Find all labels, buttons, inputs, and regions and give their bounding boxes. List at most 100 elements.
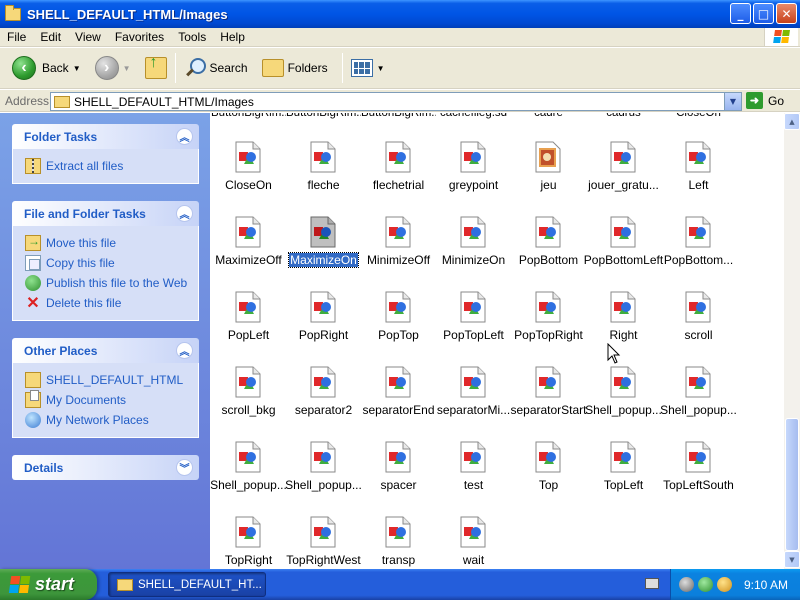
views-dropdown-icon[interactable]: ▼: [377, 64, 385, 73]
file-item[interactable]: TopRight: [211, 516, 286, 569]
clock[interactable]: 9:10 AM: [744, 578, 788, 592]
file-item[interactable]: Right: [586, 291, 661, 361]
file-label-partial[interactable]: cadrus: [586, 113, 661, 119]
gif-file-icon: [310, 216, 336, 248]
file-item[interactable]: jouer_gratu...: [586, 141, 661, 211]
file-folder-tasks-header[interactable]: File and Folder Tasks ︽: [12, 201, 199, 226]
windows-logo-icon: [764, 28, 798, 46]
expand-chevron-icon[interactable]: ︾: [176, 459, 193, 476]
scroll-thumb[interactable]: [785, 418, 799, 551]
file-label-partial[interactable]: CloseOn: [661, 113, 736, 119]
folders-button[interactable]: Folders: [258, 51, 332, 85]
file-item[interactable]: MaximizeOff: [211, 216, 286, 286]
file-label-partial[interactable]: ButtonBigRim...: [211, 113, 286, 119]
file-item[interactable]: Left: [661, 141, 736, 211]
file-label-partial[interactable]: ButtonBigRim...: [286, 113, 361, 119]
task-delete-file[interactable]: ✕ Delete this file: [25, 293, 198, 313]
file-item[interactable]: separatorEnd: [361, 366, 436, 436]
task-extract-all[interactable]: Extract all files: [25, 156, 198, 176]
vertical-scrollbar[interactable]: ▲ ▼: [784, 113, 800, 569]
back-button[interactable]: ‹ Back ▼: [8, 51, 85, 85]
tray-network-icon[interactable]: [679, 577, 694, 592]
file-item[interactable]: spacer: [361, 441, 436, 511]
task-move-file[interactable]: Move this file: [25, 233, 198, 253]
place-my-documents[interactable]: My Documents: [25, 390, 198, 410]
collapse-chevron-icon[interactable]: ︽: [176, 205, 193, 222]
back-dropdown-icon[interactable]: ▼: [73, 64, 81, 73]
file-item[interactable]: MaximizeOn: [286, 216, 361, 286]
menu-tools[interactable]: Tools: [171, 30, 213, 44]
task-copy-file[interactable]: Copy this file: [25, 253, 198, 273]
views-button[interactable]: ▼: [347, 51, 389, 85]
file-label-partial[interactable]: ButtonBigRim...: [361, 113, 436, 119]
scroll-up-button[interactable]: ▲: [784, 113, 800, 130]
menu-file[interactable]: File: [0, 30, 33, 44]
file-item[interactable]: scroll_bkg: [211, 366, 286, 436]
close-button[interactable]: ✕: [776, 3, 797, 24]
file-item[interactable]: scroll: [661, 291, 736, 361]
file-item[interactable]: MinimizeOff: [361, 216, 436, 286]
file-item[interactable]: separator2: [286, 366, 361, 436]
gif-file-icon: [535, 441, 561, 473]
file-item[interactable]: separatorMi...: [436, 366, 511, 436]
file-label-partial[interactable]: cadre: [511, 113, 586, 119]
tray-security-icon[interactable]: [698, 577, 713, 592]
file-item[interactable]: Shell_popup...: [285, 441, 362, 511]
collapse-chevron-icon[interactable]: ︽: [176, 128, 193, 145]
other-places-header[interactable]: Other Places ︽: [12, 338, 199, 363]
folder-tasks-header[interactable]: Folder Tasks ︽: [12, 124, 199, 149]
file-item[interactable]: MinimizeOn: [436, 216, 511, 286]
menu-edit[interactable]: Edit: [33, 30, 68, 44]
file-item[interactable]: PopTop: [361, 291, 436, 361]
file-item[interactable]: PopTopRight: [511, 291, 586, 361]
file-item[interactable]: PopBottom...: [661, 216, 736, 286]
forward-button[interactable]: › ▼: [91, 51, 135, 85]
address-input[interactable]: SHELL_DEFAULT_HTML/Images ▼: [50, 92, 742, 111]
file-label-partial[interactable]: cachefileg.sd: [436, 113, 511, 119]
place-my-network[interactable]: My Network Places: [25, 410, 198, 430]
scroll-down-button[interactable]: ▼: [784, 551, 800, 568]
file-item[interactable]: Shell_popup...: [210, 441, 287, 511]
keyboard-icon[interactable]: [645, 578, 659, 589]
file-item[interactable]: Shell_popup...: [660, 366, 737, 436]
minimize-button[interactable]: _: [730, 3, 751, 24]
file-item[interactable]: CloseOn: [211, 141, 286, 211]
file-item[interactable]: PopLeft: [211, 291, 286, 361]
collapse-chevron-icon[interactable]: ︽: [176, 342, 193, 359]
file-item[interactable]: greypoint: [436, 141, 511, 211]
file-item[interactable]: TopRightWest: [286, 516, 361, 569]
file-item[interactable]: wait: [436, 516, 511, 569]
file-item[interactable]: Shell_popup...: [585, 366, 662, 436]
menu-favorites[interactable]: Favorites: [108, 30, 171, 44]
up-folder-button[interactable]: [141, 51, 171, 85]
file-list-view[interactable]: ButtonBigRim... ButtonBigRim... ButtonBigR…: [210, 113, 784, 569]
file-item[interactable]: test: [436, 441, 511, 511]
task-publish-web[interactable]: Publish this file to the Web: [25, 273, 198, 293]
file-item[interactable]: TopLeft: [586, 441, 661, 511]
start-button[interactable]: start: [0, 569, 97, 600]
file-item[interactable]: PopBottomLeft: [584, 216, 663, 286]
file-item[interactable]: separatorStart: [510, 366, 587, 436]
place-shell-default-html[interactable]: SHELL_DEFAULT_HTML: [25, 370, 198, 390]
forward-dropdown-icon[interactable]: ▼: [123, 64, 131, 73]
file-item[interactable]: PopTopLeft: [436, 291, 511, 361]
menu-view[interactable]: View: [68, 30, 108, 44]
maximize-button[interactable]: □: [753, 3, 774, 24]
file-item[interactable]: fleche: [286, 141, 361, 211]
file-item[interactable]: jeu: [511, 141, 586, 211]
menu-help[interactable]: Help: [213, 30, 252, 44]
file-item[interactable]: TopLeftSouth: [661, 441, 736, 511]
file-item[interactable]: transp: [361, 516, 436, 569]
tray-search-icon[interactable]: [717, 577, 732, 592]
taskbar-window-button[interactable]: SHELL_DEFAULT_HT...: [108, 572, 266, 597]
file-item[interactable]: Top: [511, 441, 586, 511]
file-label: transp: [381, 553, 416, 567]
file-item[interactable]: PopBottom: [511, 216, 586, 286]
address-dropdown-icon[interactable]: ▼: [724, 93, 741, 110]
go-button[interactable]: ➜ Go: [746, 92, 784, 109]
file-item[interactable]: flechetrial: [361, 141, 436, 211]
details-header[interactable]: Details ︾: [12, 455, 199, 480]
search-button[interactable]: Search: [180, 51, 252, 85]
title-bar[interactable]: SHELL_DEFAULT_HTML/Images _ □ ✕: [0, 0, 800, 28]
file-item[interactable]: PopRight: [286, 291, 361, 361]
